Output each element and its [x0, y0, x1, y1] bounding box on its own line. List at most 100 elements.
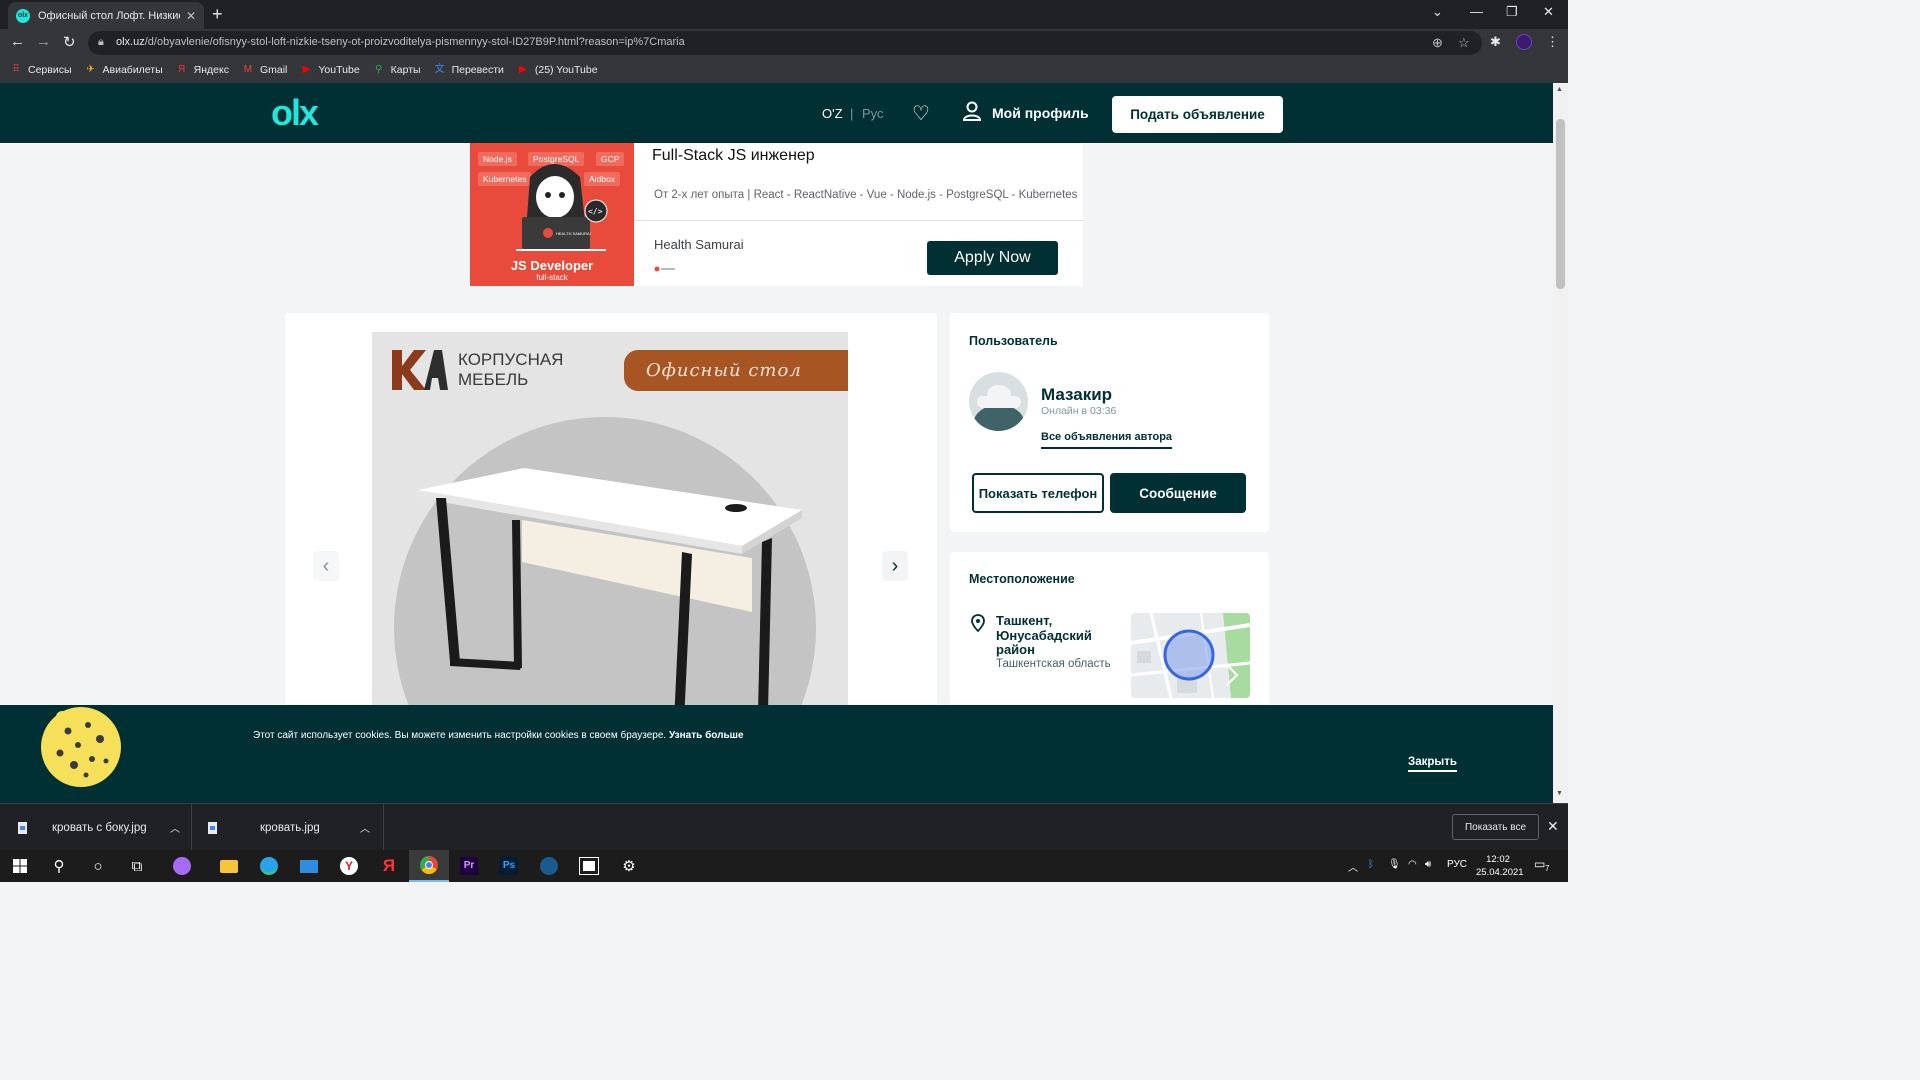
bluetooth-icon[interactable]: ᛒ — [1368, 859, 1374, 870]
task-view-icon[interactable]: ⧉ — [117, 850, 157, 882]
chevron-up-icon[interactable]: ︿ — [170, 820, 180, 835]
page-scrollbar[interactable]: ▲ ▼ — [1553, 83, 1568, 803]
ad-dev-sub: full-stack — [536, 273, 568, 282]
post-ad-button[interactable]: Подать объявление — [1112, 96, 1283, 133]
show-all-downloads-button[interactable]: Показать все — [1452, 814, 1539, 840]
system-clock[interactable]: 12:02 25.04.2021 — [1476, 853, 1524, 879]
location-region: Ташкентская область — [996, 658, 1111, 670]
mail-icon[interactable] — [289, 850, 329, 882]
page-viewport: olx O'Z | Рус ♡ Мой профиль Подать объяв… — [0, 83, 1553, 803]
edge-icon[interactable] — [249, 850, 289, 882]
cortana-icon[interactable]: ○ — [78, 850, 118, 882]
seller-all-ads-link[interactable]: Все объявления автора — [1041, 431, 1173, 449]
message-button[interactable]: Сообщение — [1110, 473, 1246, 513]
microphone-icon[interactable]: 🎙︎ — [1388, 859, 1401, 870]
olx-logo[interactable]: olx — [271, 95, 319, 131]
bookmark-item[interactable]: 文 Перевести — [434, 64, 504, 76]
bookmark-label: Gmail — [259, 64, 288, 76]
laptop-badge-text: HEALTH SAMURAI — [556, 231, 591, 236]
volume-icon[interactable]: 🔊︎ — [1425, 859, 1431, 870]
input-language[interactable]: РУС — [1447, 859, 1467, 870]
youtube-icon: ▶ — [519, 64, 527, 75]
lang-uz-link[interactable]: O'Z — [822, 106, 843, 121]
file-explorer-icon[interactable] — [209, 850, 249, 882]
image-file-icon — [208, 821, 217, 834]
bookmark-label: Карты — [390, 64, 421, 76]
gallery-prev-button[interactable]: ‹ — [313, 551, 339, 581]
seller-heading: Пользователь — [969, 334, 1058, 348]
scroll-thumb[interactable] — [1556, 119, 1565, 289]
tab-search-icon[interactable]: ⌄ — [1432, 4, 1443, 20]
search-icon[interactable]: ⚲ — [39, 850, 79, 882]
wifi-icon[interactable]: ◠ — [1408, 859, 1417, 870]
code-bubble-icon: </> — [588, 207, 603, 216]
cookie-close-button[interactable]: Закрыть — [1408, 756, 1457, 772]
hooded-developer-illustration: HEALTH SAMURAI </> — [516, 164, 608, 251]
bookmark-item[interactable]: ⚲ Карты — [373, 64, 421, 76]
notification-center-icon[interactable]: ▭ — [1534, 857, 1545, 871]
ad-dev-title: JS Developer — [510, 258, 594, 273]
menu-kebab-icon[interactable]: ⋮ — [1546, 34, 1559, 50]
seller-online-status: Онлайн в 03:36 — [1041, 405, 1117, 417]
tab-close-icon[interactable]: ✕ — [186, 9, 196, 23]
back-icon[interactable]: ← — [10, 33, 25, 50]
office-desk-illustration — [418, 468, 802, 722]
download-item[interactable]: кровать с боку.jpg ︿ — [0, 804, 192, 851]
alice-icon[interactable] — [162, 850, 202, 882]
window-close-icon[interactable]: ✕ — [1543, 4, 1554, 20]
yandex-browser-icon[interactable]: Y — [329, 850, 369, 882]
install-app-icon[interactable]: ⊕ — [1432, 35, 1443, 51]
url-text[interactable]: olx.uz/d/obyavlenie/ofisnyy-stol-loft-ni… — [116, 36, 685, 48]
bookmark-star-icon[interactable]: ☆ — [1458, 35, 1470, 51]
job-ad-banner[interactable]: Node.js PostgreSQL GCP Kubernetes Aidbox… — [470, 143, 1083, 286]
settings-gear-icon[interactable]: ⚙ — [609, 850, 649, 882]
bookmark-label: (25) YouTube — [534, 64, 598, 76]
minimize-icon[interactable]: — — [1470, 4, 1483, 19]
steam-icon[interactable] — [529, 850, 569, 882]
profile-avatar-icon[interactable] — [1516, 34, 1532, 50]
favorites-heart-icon[interactable]: ♡ — [912, 101, 930, 126]
ad-company: Health Samurai — [654, 237, 744, 252]
ad-title[interactable]: Full-Stack JS инженер — [652, 147, 815, 165]
bookmark-item[interactable]: Я Яндекс — [176, 64, 229, 76]
scroll-down-icon[interactable]: ▼ — [1556, 790, 1563, 797]
premiere-icon[interactable]: Pr — [449, 850, 489, 882]
bookmark-item[interactable]: ▶ YouTube — [300, 64, 360, 76]
bookmark-item[interactable]: ⠿ Сервисы — [10, 64, 71, 76]
download-item[interactable]: кровать.jpg ︿ — [192, 804, 384, 851]
my-profile-link[interactable]: Мой профиль — [992, 105, 1089, 121]
store-icon[interactable] — [569, 850, 609, 882]
ad-image[interactable]: Node.js PostgreSQL GCP Kubernetes Aidbox… — [470, 143, 634, 286]
apply-now-button[interactable]: Apply Now — [927, 241, 1058, 275]
scroll-up-icon[interactable]: ▲ — [1556, 86, 1563, 93]
windows-start-icon[interactable] — [0, 850, 40, 882]
seller-avatar — [969, 372, 1028, 431]
cookie-learn-more-link[interactable]: Узнать больше — [669, 730, 744, 741]
chrome-icon[interactable] — [409, 850, 449, 882]
browser-tab-strip: olx Офисный стол Лофт. Низкие це ✕ + ⌄ —… — [0, 0, 1568, 29]
bookmark-item[interactable]: M Gmail — [242, 64, 288, 76]
yandex-icon[interactable]: Я — [369, 850, 409, 882]
gallery-next-button[interactable]: › — [882, 551, 908, 581]
user-icon[interactable] — [962, 101, 982, 126]
bookmark-label: Яндекс — [193, 64, 229, 76]
location-map[interactable] — [1131, 613, 1250, 698]
chevron-up-icon[interactable]: ︿ — [360, 820, 370, 835]
lock-icon[interactable]: 🔒︎ — [98, 36, 104, 49]
extensions-puzzle-icon[interactable]: ✱ — [1490, 34, 1501, 50]
browser-tab-active[interactable]: olx Офисный стол Лофт. Низкие це ✕ — [8, 2, 204, 29]
address-bar[interactable]: 🔒︎ olx.uz/d/obyavlenie/ofisnyy-stol-loft… — [88, 31, 1482, 55]
tray-chevron-icon[interactable]: ︿ — [1348, 859, 1358, 874]
bookmark-item[interactable]: ✈ Авиабилеты — [85, 64, 162, 76]
photoshop-icon[interactable]: Ps — [489, 850, 529, 882]
new-tab-icon[interactable]: + — [212, 4, 223, 25]
lang-ru-link[interactable]: Рус — [862, 106, 884, 121]
show-phone-button[interactable]: Показать телефон — [972, 473, 1104, 513]
bookmark-item[interactable]: ▶ (25) YouTube — [517, 64, 598, 76]
brand-name: КОРПУСНАЯ МЕБЕЛЬ — [458, 350, 564, 389]
cookie-banner: Этот сайт использует cookies. Вы можете … — [0, 705, 1553, 803]
forward-icon[interactable]: → — [36, 33, 51, 50]
restore-icon[interactable]: ❐ — [1506, 4, 1518, 20]
reload-icon[interactable]: ↻ — [63, 33, 76, 51]
shelf-close-icon[interactable]: ✕ — [1547, 818, 1559, 835]
